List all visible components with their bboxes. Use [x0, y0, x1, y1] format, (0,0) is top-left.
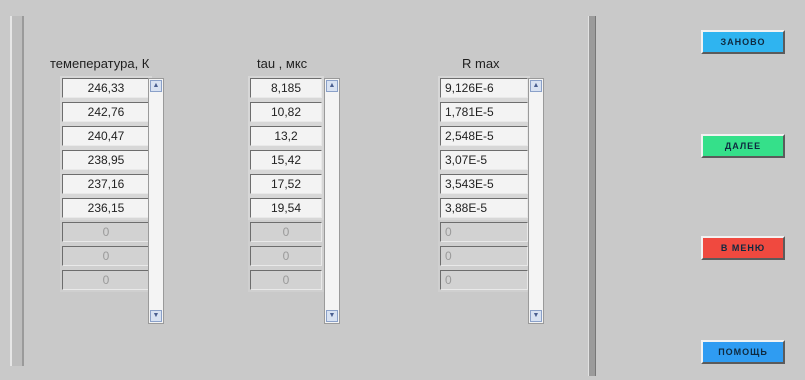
rmax-cell-9[interactable]: 0	[440, 270, 528, 290]
tau-cell-3[interactable]: 13,2	[250, 126, 322, 146]
rmax-cell-3[interactable]: 2,548E-5	[440, 126, 528, 146]
temperature-cell-9[interactable]: 0	[62, 270, 150, 290]
tau-cell-2[interactable]: 10,82	[250, 102, 322, 122]
rmax-cell-5[interactable]: 3,543E-5	[440, 174, 528, 194]
temperature-header: темепература, К	[50, 56, 150, 71]
temperature-cell-6[interactable]: 236,15	[62, 198, 150, 218]
tau-cell-4[interactable]: 15,42	[250, 150, 322, 170]
rmax-header: R max	[462, 56, 500, 71]
tau-cell-5[interactable]: 17,52	[250, 174, 322, 194]
tau-cell-6[interactable]: 19,54	[250, 198, 322, 218]
rmax-cell-1[interactable]: 9,126E-6	[440, 78, 528, 98]
temperature-cell-8[interactable]: 0	[62, 246, 150, 266]
temperature-cell-4[interactable]: 238,95	[62, 150, 150, 170]
rmax-cell-7[interactable]: 0	[440, 222, 528, 242]
rmax-cells: 9,126E-6 1,781E-5 2,548E-5 3,07E-5 3,543…	[440, 78, 528, 294]
temperature-cell-1[interactable]: 246,33	[62, 78, 150, 98]
scroll-down-icon[interactable]: ▼	[326, 310, 338, 322]
restart-button[interactable]: ЗАНОВО	[701, 30, 785, 54]
scroll-up-icon[interactable]: ▲	[150, 80, 162, 92]
temperature-cell-2[interactable]: 242,76	[62, 102, 150, 122]
temperature-cell-3[interactable]: 240,47	[62, 126, 150, 146]
panel-divider	[588, 16, 596, 376]
next-button[interactable]: ДАЛЕЕ	[701, 134, 785, 158]
temperature-scrollbar[interactable]: ▲ ▼	[148, 78, 164, 324]
tau-header: tau , мкс	[257, 56, 308, 71]
menu-button[interactable]: В МЕНЮ	[701, 236, 785, 260]
scroll-down-icon[interactable]: ▼	[530, 310, 542, 322]
temperature-cells: 246,33 242,76 240,47 238,95 237,16 236,1…	[62, 78, 150, 294]
tau-scrollbar[interactable]: ▲ ▼	[324, 78, 340, 324]
scroll-up-icon[interactable]: ▲	[326, 80, 338, 92]
rmax-scrollbar[interactable]: ▲ ▼	[528, 78, 544, 324]
tau-cells: 8,185 10,82 13,2 15,42 17,52 19,54 0 0 0	[250, 78, 322, 294]
tau-cell-7[interactable]: 0	[250, 222, 322, 242]
rmax-cell-6[interactable]: 3,88E-5	[440, 198, 528, 218]
temperature-cell-7[interactable]: 0	[62, 222, 150, 242]
rmax-cell-2[interactable]: 1,781E-5	[440, 102, 528, 122]
rmax-cell-4[interactable]: 3,07E-5	[440, 150, 528, 170]
left-frame-border	[10, 16, 24, 366]
tau-cell-8[interactable]: 0	[250, 246, 322, 266]
help-button[interactable]: ПОМОЩЬ	[701, 340, 785, 364]
tau-cell-9[interactable]: 0	[250, 270, 322, 290]
scroll-down-icon[interactable]: ▼	[150, 310, 162, 322]
scroll-up-icon[interactable]: ▲	[530, 80, 542, 92]
tau-cell-1[interactable]: 8,185	[250, 78, 322, 98]
rmax-cell-8[interactable]: 0	[440, 246, 528, 266]
temperature-cell-5[interactable]: 237,16	[62, 174, 150, 194]
